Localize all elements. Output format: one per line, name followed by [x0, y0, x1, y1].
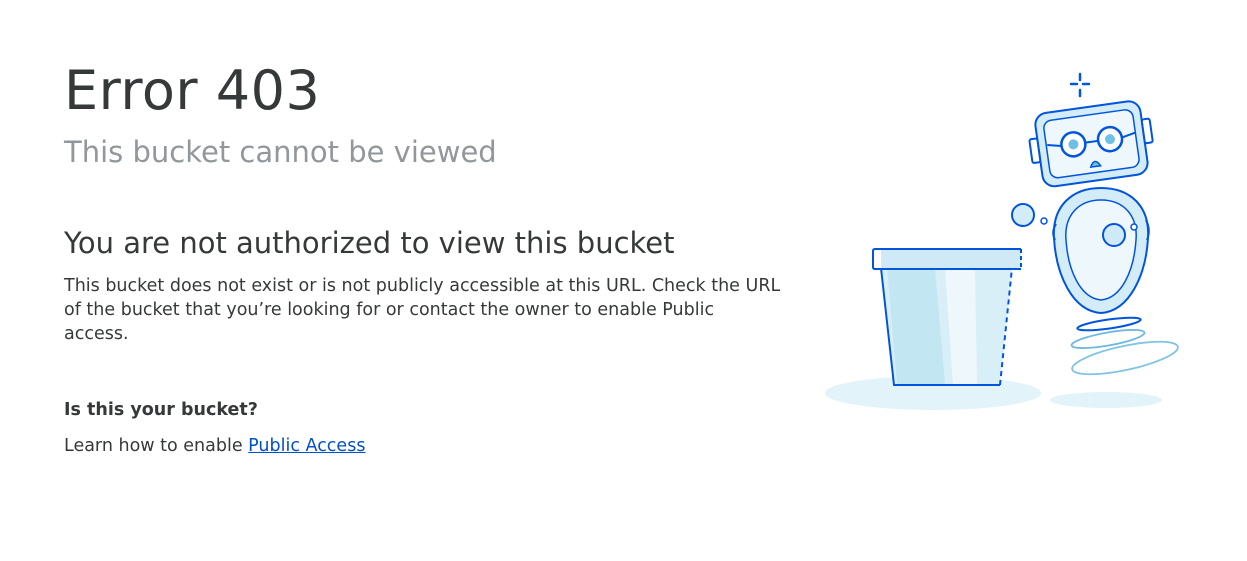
learn-public-access: Learn how to enable Public Access [64, 434, 784, 458]
robot-bucket-illustration [825, 72, 1179, 410]
error-title: Error 403 [64, 59, 321, 122]
robot-shadow [1050, 392, 1162, 408]
not-authorized-heading: You are not authorized to view this buck… [64, 226, 675, 260]
public-access-link[interactable]: Public Access [248, 436, 365, 456]
learn-prefix-text: Learn how to enable [64, 436, 249, 456]
hover-rings-icon [1070, 316, 1179, 376]
bubble-large [1011, 203, 1035, 227]
bubble-small [1040, 217, 1048, 225]
sparkle-icon [1069, 72, 1091, 98]
error-content: Error 403 This bucket cannot be viewed Y… [64, 58, 784, 458]
error-description: This bucket does not exist or is not pub… [64, 276, 781, 344]
robot-head-icon [1028, 100, 1154, 188]
error-subtitle: This bucket cannot be viewed [64, 135, 497, 169]
robot-body-icon [1052, 186, 1150, 315]
bucket-owner-question: Is this your bucket? [64, 400, 258, 420]
